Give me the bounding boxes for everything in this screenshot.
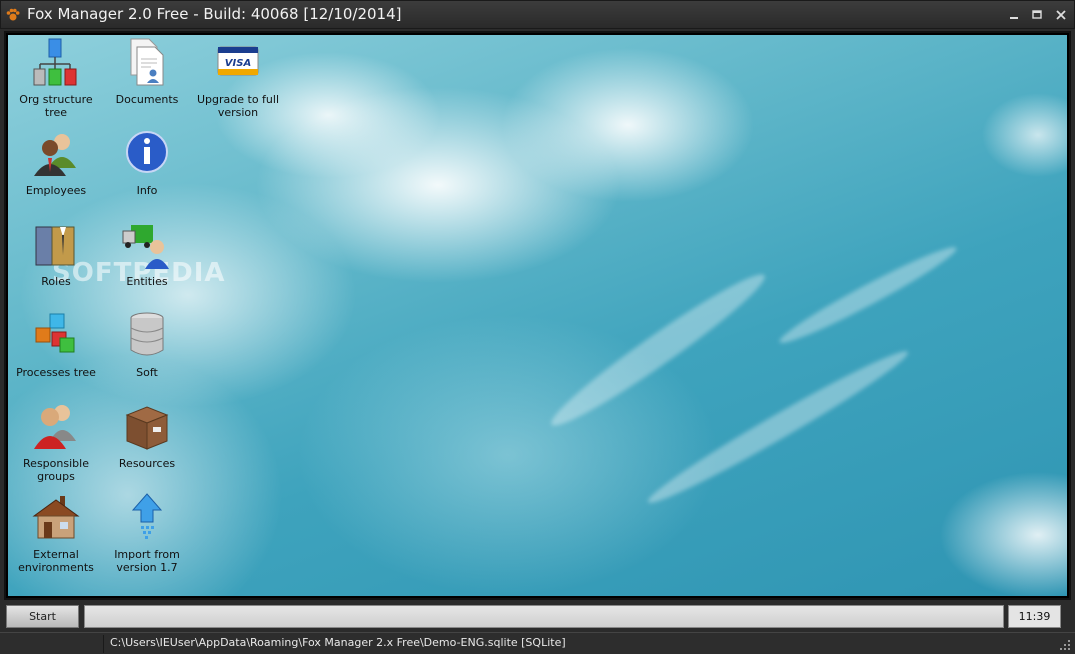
employees-icon — [34, 134, 76, 176]
desktop-icon-label: Entities — [126, 275, 168, 288]
cloud-wisp — [642, 341, 914, 513]
database-icon — [130, 312, 164, 356]
desktop-icon-label: Upgrade to full version — [196, 93, 280, 119]
desktop-icon-label: Responsible groups — [23, 457, 89, 483]
import-arrow-icon — [131, 493, 163, 539]
desktop-icon-responsible-groups[interactable]: Responsible groups — [10, 401, 102, 483]
documents-icon — [130, 38, 164, 86]
task-area[interactable] — [84, 605, 1004, 628]
clock: 11:39 PM — [1008, 605, 1061, 644]
desktop-icon-processes-tree[interactable]: Processes tree — [10, 310, 102, 379]
desktop-icon-label: Soft — [136, 366, 158, 379]
desktop-area[interactable]: SOFTPEDIA Org structure tree Documents V… — [8, 35, 1067, 596]
desktop-icon-documents[interactable]: Documents — [101, 37, 193, 106]
responsible-groups-icon — [34, 405, 76, 449]
desktop-frame: SOFTPEDIA Org structure tree Documents V… — [4, 31, 1071, 600]
close-icon — [1056, 10, 1066, 20]
window-title: Fox Manager 2.0 Free - Build: 40068 [12/… — [27, 5, 402, 23]
status-segment — [4, 635, 104, 653]
desktop-icon-label: Import from version 1.7 — [114, 548, 180, 574]
desktop-icon-label: Resources — [118, 457, 176, 470]
fox-paw-icon — [6, 8, 20, 21]
cloud-wisp — [542, 263, 774, 437]
entities-icon — [122, 225, 169, 269]
org-structure-tree-icon — [33, 38, 77, 86]
desktop-icon-label: Processes tree — [16, 366, 96, 379]
desktop-icon-info[interactable]: Info — [101, 128, 193, 197]
cloud-wisp — [775, 239, 961, 351]
desktop-icon-employees[interactable]: Employees — [10, 128, 102, 197]
info-icon — [126, 131, 168, 173]
box-icon — [125, 406, 169, 450]
desktop-icon-label: External environments — [18, 548, 94, 574]
start-button[interactable]: Start — [6, 605, 79, 628]
maximize-icon — [1032, 10, 1042, 19]
database-path: C:\Users\IEUser\AppData\Roaming\Fox Mana… — [110, 636, 566, 649]
title-bar: Fox Manager 2.0 Free - Build: 40068 [12/… — [0, 0, 1075, 29]
desktop-icon-entities[interactable]: Entities — [101, 219, 193, 288]
visa-card-icon: VISA — [217, 46, 259, 76]
roles-icon — [35, 226, 75, 266]
taskbar: Start 11:39 PM — [0, 602, 1075, 644]
status-bar: C:\Users\IEUser\AppData\Roaming\Fox Mana… — [0, 632, 1075, 654]
desktop-icon-upgrade[interactable]: VISA Upgrade to full version — [192, 37, 284, 119]
maximize-button[interactable] — [1026, 5, 1048, 25]
house-icon — [32, 496, 80, 539]
desktop-icon-label: Org structure tree — [19, 93, 93, 119]
desktop-icon-external-environments[interactable]: External environments — [10, 492, 102, 574]
close-button[interactable] — [1050, 5, 1072, 25]
desktop-icon-resources[interactable]: Resources — [101, 401, 193, 470]
desktop-icon-label: Employees — [25, 184, 87, 197]
processes-tree-icon — [35, 313, 75, 353]
minimize-icon — [1010, 17, 1018, 19]
resize-grip-icon[interactable] — [1059, 639, 1071, 651]
desktop-icon-org-structure-tree[interactable]: Org structure tree — [10, 37, 102, 119]
desktop-icon-import[interactable]: Import from version 1.7 — [101, 492, 193, 574]
minimize-button[interactable] — [1003, 5, 1025, 25]
desktop-icon-soft[interactable]: Soft — [101, 310, 193, 379]
desktop-icon-roles[interactable]: Roles — [10, 219, 102, 288]
visa-text: VISA — [225, 58, 251, 69]
desktop-icon-label: Documents — [115, 93, 179, 106]
desktop-icon-label: Roles — [41, 275, 71, 288]
desktop-icon-label: Info — [136, 184, 158, 197]
